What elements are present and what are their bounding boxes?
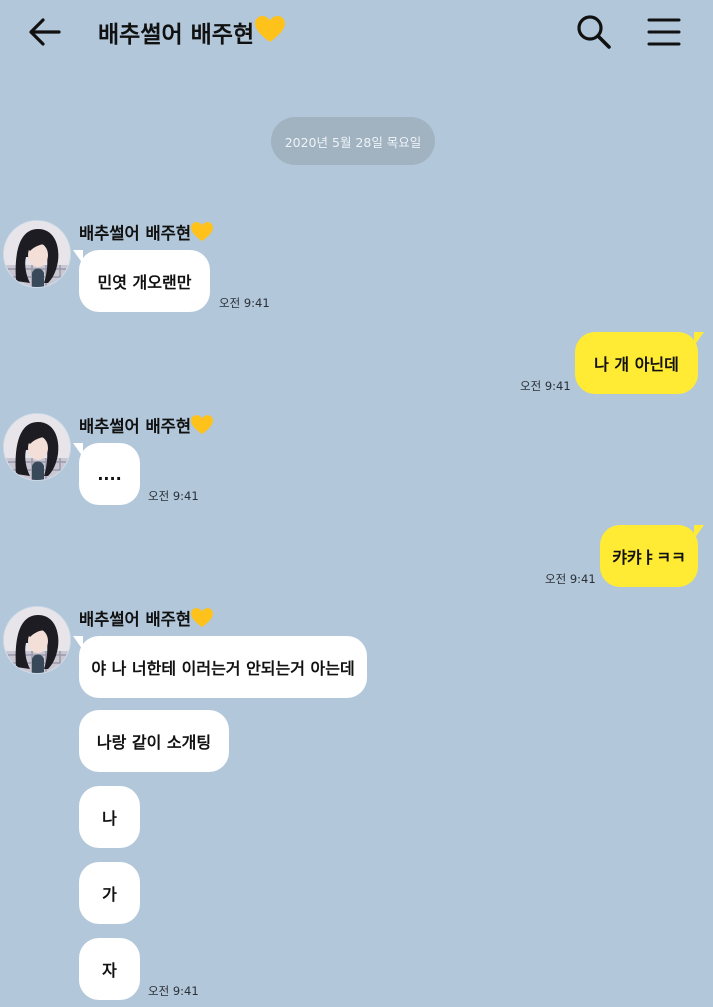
heart-icon [191, 222, 214, 242]
hamburger-menu-icon [647, 18, 681, 46]
received-message-bubble[interactable]: 가 [79, 862, 140, 924]
avatar[interactable] [4, 221, 70, 287]
sender-name: 배추썰어 배주현 [79, 412, 214, 438]
sender-name-text: 배추썰어 배주현 [79, 610, 192, 629]
received-message-bubble[interactable]: 야 나 너한테 이러는거 안되는거 아는데 [73, 636, 367, 698]
received-message-bubble[interactable]: 민엿 개오랜만 [73, 250, 210, 312]
message-time: 오전 9:41 [520, 379, 571, 393]
sender-name-text: 배추썰어 배주현 [79, 417, 192, 436]
avatar[interactable] [4, 414, 70, 480]
received-message-bubble[interactable]: 나랑 같이 소개팅 [79, 710, 229, 772]
date-divider: 2020년 5월 28일 목요일 [271, 117, 435, 165]
search-icon [577, 15, 611, 49]
message-time: 오전 9:41 [545, 572, 596, 586]
sender-name: 배추썰어 배주현 [79, 219, 214, 245]
arrow-left-icon [29, 18, 61, 46]
message-time: 오전 9:41 [219, 296, 270, 310]
profile-photo-icon [4, 414, 70, 480]
back-button[interactable] [24, 12, 64, 52]
heart-icon [255, 15, 286, 49]
sent-message-bubble[interactable]: 나 개 아닌데 [575, 332, 704, 394]
menu-button[interactable] [644, 12, 684, 52]
profile-photo-icon [4, 221, 70, 287]
profile-photo-icon [4, 607, 70, 673]
chat-header: 배추썰어 배주현 [0, 0, 713, 64]
heart-icon [191, 415, 214, 435]
avatar[interactable] [4, 607, 70, 673]
received-message-bubble[interactable]: 나 [79, 786, 140, 848]
sent-message-bubble[interactable]: 캬캬ㅑㅋㅋ [600, 525, 704, 587]
received-message-bubble[interactable]: 자 [79, 938, 140, 1000]
sender-name-text: 배추썰어 배주현 [79, 224, 192, 243]
chat-title-text: 배추썰어 배주현 [98, 22, 255, 48]
message-time: 오전 9:41 [148, 984, 199, 998]
received-message-bubble[interactable]: .... [73, 443, 140, 505]
chat-title: 배추썰어 배주현 [98, 14, 286, 50]
message-time: 오전 9:41 [148, 489, 199, 503]
heart-icon [191, 608, 214, 628]
search-button[interactable] [574, 12, 614, 52]
sender-name: 배추썰어 배주현 [79, 605, 214, 631]
